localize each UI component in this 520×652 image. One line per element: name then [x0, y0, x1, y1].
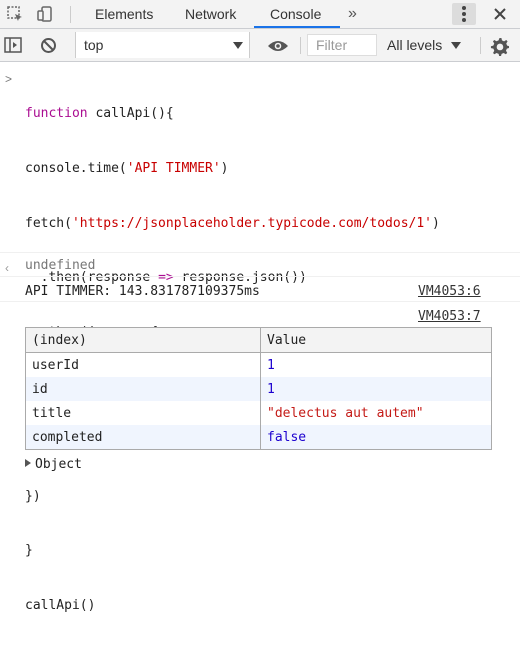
table-cell-value: 1	[260, 377, 492, 401]
console-toolbar: top Filter All levels	[0, 29, 520, 62]
inspect-icon[interactable]	[6, 5, 24, 23]
chevron-down-icon	[233, 42, 243, 49]
filter-input[interactable]: Filter	[307, 34, 377, 56]
divider	[0, 276, 520, 277]
timer-log-message: API TIMMER: 143.831787109375ms	[25, 284, 260, 299]
code-line: callApi()	[25, 597, 96, 613]
table-header-row: (index) Value	[25, 327, 492, 353]
table-cell-key: id	[25, 377, 261, 401]
close-icon[interactable]	[490, 3, 510, 25]
device-toggle-icon[interactable]	[36, 5, 54, 23]
object-label: Object	[35, 457, 82, 472]
tab-network[interactable]: Network	[185, 0, 236, 28]
divider	[480, 37, 481, 54]
code-line: })	[25, 488, 41, 504]
object-expander[interactable]: Object	[25, 457, 82, 472]
tab-elements[interactable]: Elements	[95, 0, 153, 28]
devtools-tabbar: Elements Network Console »	[0, 0, 520, 29]
table-row: title "delectus aut autem"	[26, 401, 492, 425]
code-line: function callApi(){	[25, 106, 174, 122]
divider	[70, 6, 71, 23]
divider	[0, 301, 520, 302]
settings-gear-icon[interactable]	[490, 37, 509, 56]
table-cell-key: completed	[25, 425, 261, 450]
column-header-value[interactable]: Value	[260, 327, 492, 353]
divider	[300, 37, 301, 54]
sidebar-toggle-icon[interactable]	[4, 37, 22, 53]
clear-console-icon[interactable]	[40, 37, 57, 54]
context-label: top	[84, 37, 104, 53]
table-cell-value: 1	[260, 352, 492, 377]
console-table: (index) Value userId 1 id 1 title "delec…	[25, 327, 492, 450]
log-levels-dropdown[interactable]: All levels	[387, 29, 442, 62]
table-cell-value: "delectus aut autem"	[260, 401, 492, 425]
code-line: }	[25, 543, 33, 559]
code-line: fetch('https://jsonplaceholder.typicode.…	[25, 215, 440, 231]
result-value: undefined	[25, 258, 96, 273]
table-cell-key: userId	[32, 357, 79, 373]
kebab-menu-icon[interactable]	[452, 3, 476, 25]
source-link[interactable]: VM4053:7	[418, 309, 481, 324]
chevron-down-icon	[451, 42, 461, 49]
code-line: console.time('API TIMMER')	[25, 161, 229, 177]
table-cell-value: false	[260, 425, 492, 450]
table-row: id 1	[25, 377, 492, 401]
live-expression-eye-icon[interactable]	[267, 39, 289, 53]
source-link[interactable]: VM4053:6	[418, 284, 481, 299]
context-selector[interactable]: top	[75, 32, 250, 58]
table-row: userId 1	[26, 352, 492, 377]
divider	[0, 252, 520, 253]
table-cell-key: title	[32, 405, 72, 421]
input-prompt-icon: >	[5, 72, 13, 86]
table-row: completed false	[25, 425, 492, 450]
more-tabs-icon[interactable]: »	[348, 0, 357, 28]
return-value-icon: ‹	[5, 261, 9, 275]
console-output: > function callApi(){ console.time('API …	[0, 62, 520, 613]
expand-triangle-icon[interactable]	[25, 459, 31, 467]
active-tab-indicator	[254, 26, 340, 28]
tab-console[interactable]: Console	[270, 0, 321, 28]
column-header-index[interactable]: (index)	[25, 327, 261, 353]
